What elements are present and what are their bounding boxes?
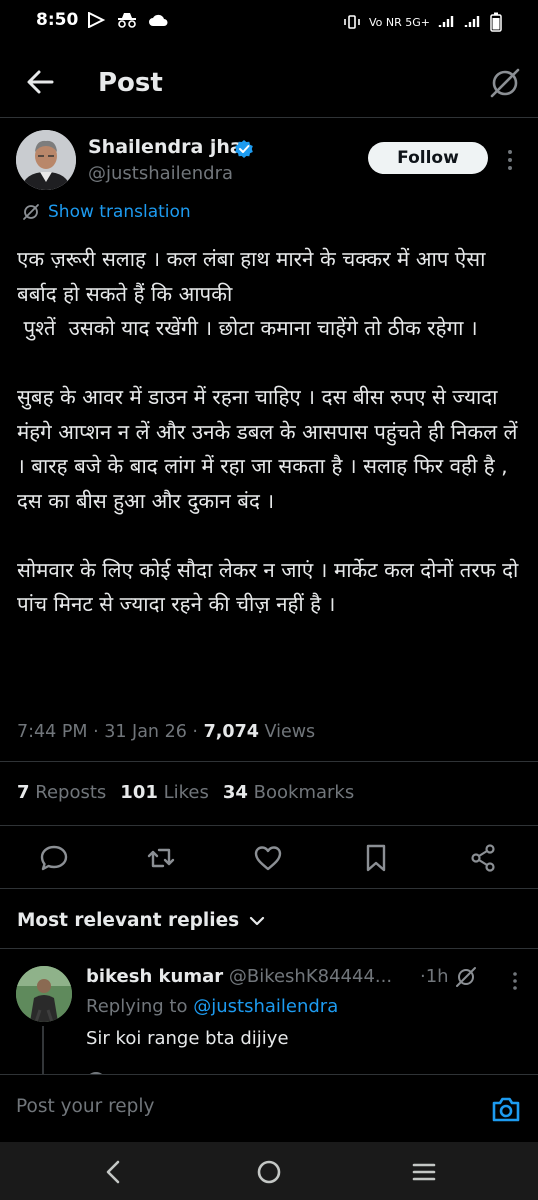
reply-text: Sir koi range bta dijiye <box>86 1028 289 1049</box>
views-label: Views <box>264 722 316 742</box>
show-translation-label: Show translation <box>48 202 191 222</box>
back-arrow-icon[interactable] <box>22 64 58 100</box>
nav-recents-icon[interactable] <box>408 1156 440 1188</box>
actions-divider <box>0 888 538 889</box>
replies-sort-label: Most relevant replies <box>17 910 240 931</box>
verified-badge-icon <box>235 140 253 158</box>
bookmark-icon[interactable] <box>360 842 392 874</box>
action-bar <box>0 836 538 880</box>
header-divider <box>0 117 538 118</box>
post-body: एक ज़रूरी सलाह । कल लंबा हाथ मारने के चक… <box>17 247 519 616</box>
network-label: Vo NR 5G+ <box>368 15 430 29</box>
chevron-down-icon <box>250 916 265 925</box>
cloud-icon <box>149 14 168 26</box>
nav-back-icon[interactable] <box>98 1156 130 1188</box>
replying-to: Replying to @justshailendra <box>86 996 338 1017</box>
play-store-icon <box>88 12 106 28</box>
status-bar: 8:50 Vo NR 5G+ <box>0 0 538 44</box>
bookmarks-label: Bookmarks <box>253 782 355 803</box>
reply-author-handle: @BikeshK84444... <box>228 966 393 987</box>
stats-divider <box>0 825 538 826</box>
follow-button[interactable]: Follow <box>368 142 488 174</box>
reposts-count: 7 <box>17 782 30 803</box>
reply-more-options-icon[interactable] <box>508 970 522 992</box>
like-heart-icon[interactable] <box>252 842 284 874</box>
signal-icon-2 <box>464 16 480 27</box>
author-avatar-image <box>16 130 76 190</box>
reply-age: 1h <box>425 966 449 987</box>
show-translation-link[interactable]: Show translation <box>22 202 191 222</box>
share-icon[interactable] <box>467 842 499 874</box>
reply-input[interactable]: Post your reply <box>16 1096 154 1117</box>
reply-time: ·1h <box>420 966 449 987</box>
incognito-icon <box>118 13 136 28</box>
post-stats: 7 Reposts 101 Likes 34 Bookmarks <box>17 782 354 803</box>
bookmarks-count: 34 <box>222 782 248 803</box>
reply-grok-icon[interactable] <box>455 966 477 988</box>
reply-author-name: bikesh kumar <box>86 966 224 987</box>
reposts-stat[interactable]: 7 Reposts <box>17 782 106 803</box>
post-meta: 7:44 PM · 31 Jan 26 · 7,074 Views <box>17 722 316 742</box>
author-handle[interactable]: @justshailendra <box>88 163 233 184</box>
grok-icon[interactable] <box>488 66 522 100</box>
reply-avatar-image <box>16 966 72 1022</box>
replying-to-handle-link[interactable]: @justshailendra <box>193 996 338 1017</box>
author-name[interactable]: Shailendra jha <box>88 136 243 158</box>
repost-icon[interactable] <box>145 842 177 874</box>
post-date: 31 Jan 26 <box>104 722 187 742</box>
replies-sort-dropdown[interactable]: Most relevant replies <box>17 910 265 931</box>
reply-icon[interactable] <box>38 842 70 874</box>
camera-icon[interactable] <box>490 1094 522 1124</box>
status-right: Vo NR 5G+ <box>343 12 502 32</box>
more-options-icon[interactable] <box>502 146 518 174</box>
reposts-label: Reposts <box>35 782 107 803</box>
bookmarks-stat[interactable]: 34 Bookmarks <box>223 782 354 803</box>
replying-to-prefix: Replying to <box>86 996 188 1017</box>
vibrate-icon <box>344 15 360 29</box>
views-count: 7,074 <box>203 722 259 742</box>
signal-icon <box>438 16 454 27</box>
author-avatar[interactable] <box>16 130 76 190</box>
likes-count: 101 <box>120 782 158 803</box>
reply-avatar[interactable] <box>16 966 72 1022</box>
battery-icon <box>490 12 502 32</box>
status-left-icons <box>86 12 168 28</box>
grok-translate-icon <box>23 204 39 220</box>
post-time: 7:44 PM <box>17 722 88 742</box>
likes-label: Likes <box>163 782 209 803</box>
page-title: Post <box>98 68 163 98</box>
nav-home-icon[interactable] <box>253 1156 285 1188</box>
meta-divider <box>0 761 538 762</box>
system-nav-bar <box>0 1142 538 1200</box>
likes-stat[interactable]: 101 Likes <box>120 782 209 803</box>
replies-divider <box>0 948 538 949</box>
status-time: 8:50 <box>36 10 79 30</box>
reply-author[interactable]: bikesh kumar @BikeshK84444... <box>86 966 392 987</box>
thread-line <box>42 1026 44 1074</box>
